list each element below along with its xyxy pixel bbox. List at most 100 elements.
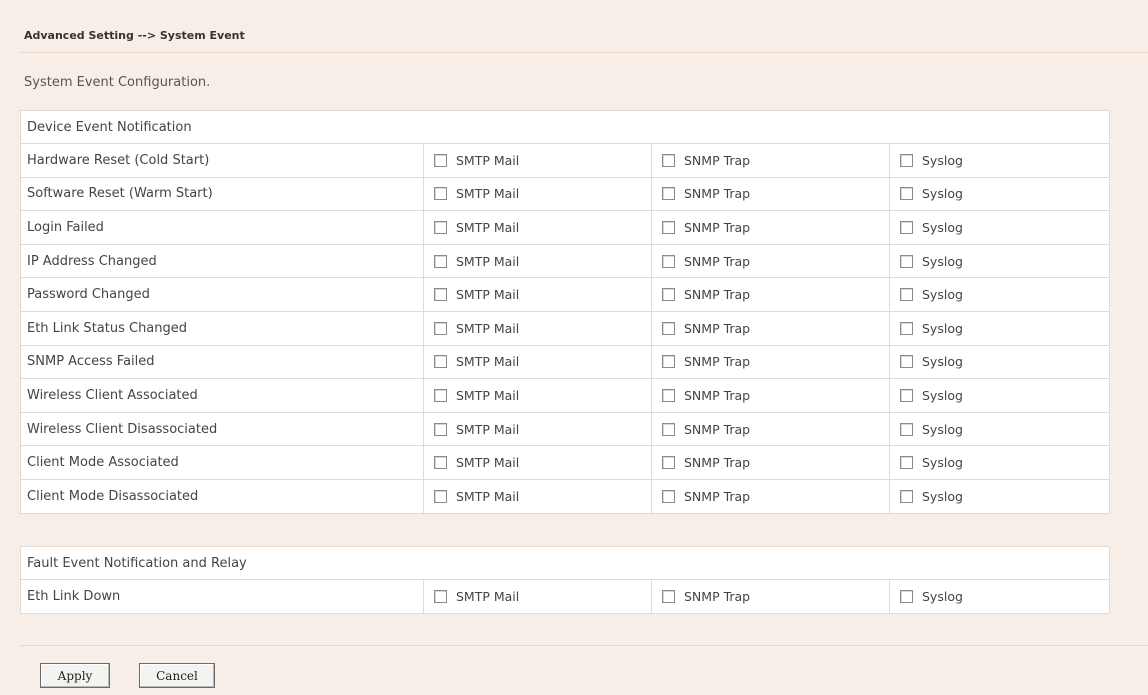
syslog-checkbox[interactable] xyxy=(900,321,913,335)
fault-event-table: Fault Event Notification and Relay Eth L… xyxy=(20,546,1110,614)
cancel-button[interactable]: Cancel xyxy=(139,663,215,688)
smtp-checkbox[interactable] xyxy=(434,422,447,436)
smtp-checkbox[interactable] xyxy=(434,153,447,167)
syslog-label: Syslog xyxy=(922,455,963,471)
event-row: Client Mode Associated SMTP Mail SNMP Trap… xyxy=(20,445,1110,480)
syslog-checkbox[interactable] xyxy=(900,489,913,503)
smtp-label: SMTP Mail xyxy=(456,253,520,269)
smtp-cell: SMTP Mail xyxy=(423,243,652,279)
smtp-checkbox[interactable] xyxy=(434,220,447,234)
syslog-label: Syslog xyxy=(922,253,963,269)
snmp-cell: SNMP Trap xyxy=(651,310,890,346)
snmp-label: SNMP Trap xyxy=(684,387,751,403)
snmp-label: SNMP Trap xyxy=(684,488,751,504)
event-label: Client Mode Disassociated xyxy=(20,478,424,514)
smtp-cell: SMTP Mail xyxy=(423,411,652,447)
breadcrumb: Advanced Setting --> System Event xyxy=(24,29,245,42)
snmp-label: SNMP Trap xyxy=(684,152,751,168)
syslog-checkbox[interactable] xyxy=(900,456,913,470)
smtp-checkbox[interactable] xyxy=(434,321,447,335)
snmp-cell: SNMP Trap xyxy=(651,445,890,480)
syslog-checkbox[interactable] xyxy=(900,355,913,369)
smtp-label: SMTP Mail xyxy=(456,455,520,471)
syslog-checkbox[interactable] xyxy=(900,589,913,603)
snmp-label: SNMP Trap xyxy=(684,354,751,370)
event-label: Eth Link Down xyxy=(20,579,424,614)
snmp-cell: SNMP Trap xyxy=(651,277,890,312)
snmp-checkbox[interactable] xyxy=(662,321,675,335)
syslog-label: Syslog xyxy=(922,421,963,437)
event-label: SNMP Access Failed xyxy=(20,344,424,380)
snmp-label: SNMP Trap xyxy=(684,287,751,303)
syslog-cell: Syslog xyxy=(889,210,1110,245)
syslog-checkbox[interactable] xyxy=(900,254,913,268)
event-label: IP Address Changed xyxy=(20,243,424,279)
smtp-label: SMTP Mail xyxy=(456,354,520,370)
event-label: Eth Link Status Changed xyxy=(20,310,424,346)
event-row: Client Mode Disassociated SMTP Mail SNMP T… xyxy=(20,478,1110,514)
smtp-checkbox[interactable] xyxy=(434,388,447,402)
syslog-label: Syslog xyxy=(922,488,963,504)
syslog-cell: Syslog xyxy=(889,176,1110,212)
snmp-checkbox[interactable] xyxy=(662,456,675,470)
snmp-cell: SNMP Trap xyxy=(651,176,890,212)
syslog-cell: Syslog xyxy=(889,310,1110,346)
snmp-cell: SNMP Trap xyxy=(651,210,890,245)
syslog-cell: Syslog xyxy=(889,378,1110,413)
syslog-checkbox[interactable] xyxy=(900,153,913,167)
smtp-cell: SMTP Mail xyxy=(423,445,652,480)
smtp-label: SMTP Mail xyxy=(456,387,520,403)
syslog-checkbox[interactable] xyxy=(900,187,913,201)
snmp-checkbox[interactable] xyxy=(662,489,675,503)
snmp-cell: SNMP Trap xyxy=(651,243,890,279)
snmp-cell: SNMP Trap xyxy=(651,378,890,413)
snmp-checkbox[interactable] xyxy=(662,220,675,234)
event-label: Password Changed xyxy=(20,277,424,312)
event-row: Software Reset (Warm Start) SMTP Mail SNMP… xyxy=(20,176,1110,212)
fault-event-header: Fault Event Notification and Relay xyxy=(20,546,1110,580)
event-row: SNMP Access Failed SMTP Mail SNMP Trap Sysl… xyxy=(20,344,1110,380)
syslog-checkbox[interactable] xyxy=(900,422,913,436)
syslog-checkbox[interactable] xyxy=(900,288,913,302)
syslog-cell: Syslog xyxy=(889,243,1110,279)
syslog-checkbox[interactable] xyxy=(900,388,913,402)
snmp-checkbox[interactable] xyxy=(662,422,675,436)
smtp-checkbox[interactable] xyxy=(434,288,447,302)
snmp-checkbox[interactable] xyxy=(662,288,675,302)
snmp-cell: SNMP Trap xyxy=(651,478,890,514)
snmp-checkbox[interactable] xyxy=(662,388,675,402)
smtp-checkbox[interactable] xyxy=(434,489,447,503)
smtp-label: SMTP Mail xyxy=(456,287,520,303)
event-label: Login Failed xyxy=(20,210,424,245)
event-row: Password Changed SMTP Mail SNMP Trap Syslog xyxy=(20,277,1110,312)
snmp-checkbox[interactable] xyxy=(662,355,675,369)
smtp-checkbox[interactable] xyxy=(434,254,447,268)
snmp-checkbox[interactable] xyxy=(662,153,675,167)
snmp-cell: SNMP Trap xyxy=(651,143,890,178)
device-event-table: Device Event Notification Hardware Reset… xyxy=(20,110,1110,514)
header-divider xyxy=(20,52,1148,53)
syslog-cell: Syslog xyxy=(889,143,1110,178)
snmp-checkbox[interactable] xyxy=(662,254,675,268)
smtp-checkbox[interactable] xyxy=(434,589,447,603)
smtp-checkbox[interactable] xyxy=(434,187,447,201)
page-subtitle: System Event Configuration. xyxy=(24,75,211,90)
smtp-label: SMTP Mail xyxy=(456,588,520,604)
apply-button[interactable]: Apply xyxy=(40,663,110,688)
event-label: Software Reset (Warm Start) xyxy=(20,176,424,212)
smtp-cell: SMTP Mail xyxy=(423,579,652,614)
smtp-cell: SMTP Mail xyxy=(423,176,652,212)
syslog-label: Syslog xyxy=(922,588,963,604)
snmp-checkbox[interactable] xyxy=(662,187,675,201)
smtp-checkbox[interactable] xyxy=(434,355,447,369)
event-label: Hardware Reset (Cold Start) xyxy=(20,143,424,178)
snmp-label: SNMP Trap xyxy=(684,253,751,269)
syslog-label: Syslog xyxy=(922,387,963,403)
snmp-checkbox[interactable] xyxy=(662,589,675,603)
syslog-checkbox[interactable] xyxy=(900,220,913,234)
smtp-checkbox[interactable] xyxy=(434,456,447,470)
event-label: Client Mode Associated xyxy=(20,445,424,480)
syslog-label: Syslog xyxy=(922,152,963,168)
smtp-cell: SMTP Mail xyxy=(423,143,652,178)
smtp-label: SMTP Mail xyxy=(456,488,520,504)
